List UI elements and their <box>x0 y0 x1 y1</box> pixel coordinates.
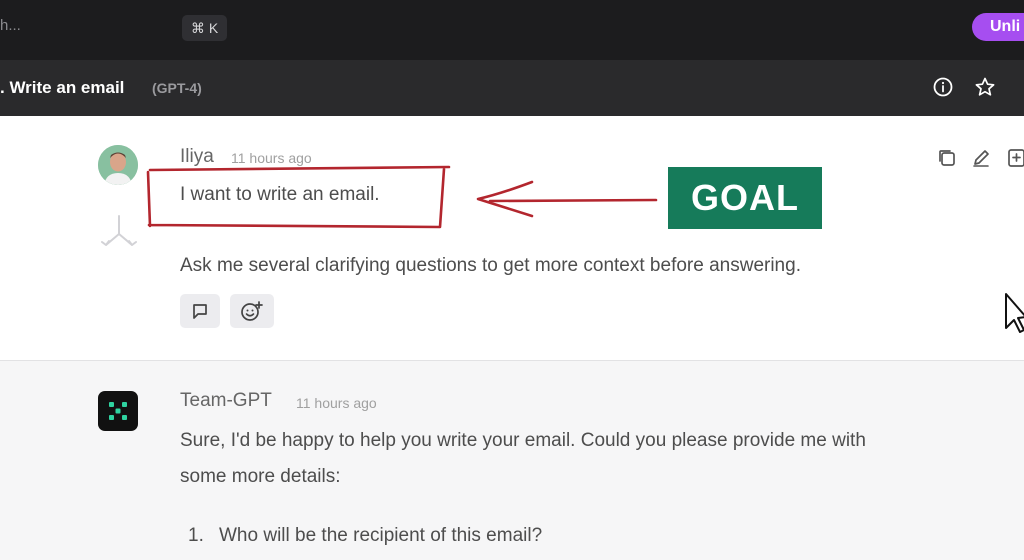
user-avatar <box>98 145 138 185</box>
upgrade-button[interactable]: Unli <box>972 13 1024 41</box>
assistant-author: Team-GPT <box>180 390 272 411</box>
annotation-box <box>146 165 451 229</box>
add-reaction-button[interactable] <box>230 294 274 328</box>
list-item-number: 1. <box>188 525 204 546</box>
mouse-cursor-icon <box>1004 292 1024 336</box>
model-badge: (GPT-4) <box>152 80 202 96</box>
list-item: Who will be the recipient of this email? <box>219 525 543 546</box>
info-icon[interactable] <box>932 76 954 98</box>
comment-button[interactable] <box>180 294 220 328</box>
edit-icon[interactable] <box>970 147 992 169</box>
chat-title: . Write an email <box>0 78 125 97</box>
user-message-line-2: Ask me several clarifying questions to g… <box>180 255 801 276</box>
assistant-message-line-2: some more details: <box>180 466 341 487</box>
assistant-message-line-1: Sure, I'd be happy to help you write you… <box>180 430 866 451</box>
branch-icon[interactable] <box>100 212 138 250</box>
chat-title-bar: . Write an email (GPT-4) <box>0 60 1024 116</box>
bookmark-add-icon[interactable] <box>1006 147 1024 169</box>
annotation-arrow <box>476 180 658 218</box>
star-icon[interactable] <box>974 76 996 98</box>
search-shortcut-badge: ⌘ K <box>182 15 228 41</box>
top-bar: h... ⌘ K Unli <box>0 0 1024 60</box>
assistant-timestamp: 11 hours ago <box>296 395 377 411</box>
search-input[interactable]: h... <box>0 17 21 34</box>
copy-icon[interactable] <box>936 147 958 169</box>
goal-label: GOAL <box>668 167 822 229</box>
team-gpt-avatar <box>98 391 138 431</box>
